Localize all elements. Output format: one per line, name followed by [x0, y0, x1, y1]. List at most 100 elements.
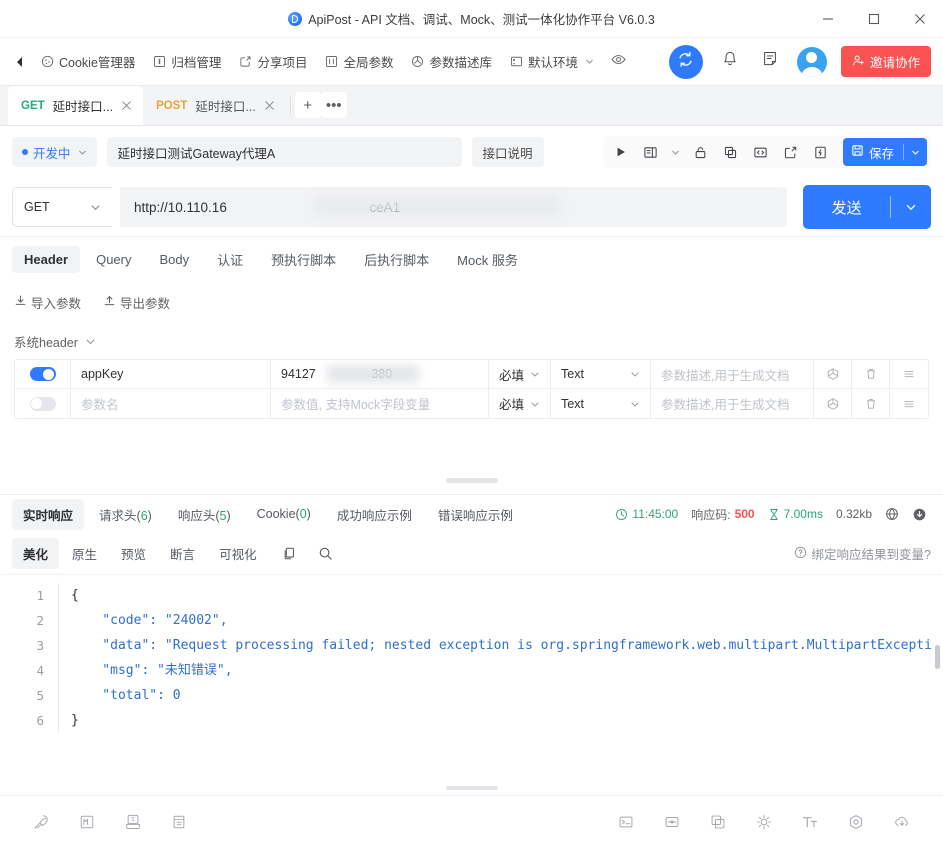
param-name-input[interactable]: 参数名: [71, 389, 271, 418]
request-name-input[interactable]: 延时接口测试Gateway代理A: [106, 137, 462, 167]
req-tab-auth[interactable]: 认证: [205, 244, 255, 275]
toolbar-item-param-library[interactable]: 参数描述库: [402, 47, 501, 76]
globe-icon[interactable]: [885, 507, 899, 521]
system-header-toggle[interactable]: 系统header: [0, 323, 943, 359]
export-params-button[interactable]: 导出参数: [103, 293, 170, 312]
toolbar-item-share-project[interactable]: 分享项目: [230, 47, 316, 76]
row-enable-toggle[interactable]: [15, 389, 71, 418]
row-enable-toggle[interactable]: [15, 360, 71, 388]
save-dropdown-button[interactable]: [904, 138, 927, 166]
target-icon[interactable]: [649, 807, 695, 837]
console-icon[interactable]: [603, 807, 649, 837]
resp-tab-cookie[interactable]: Cookie(0): [246, 501, 322, 527]
url-input[interactable]: http://10.110.16 ceA1: [120, 187, 787, 227]
view-tab-raw[interactable]: 原生: [61, 538, 108, 569]
inbox-icon[interactable]: [110, 807, 156, 837]
tab-more-button[interactable]: •••: [320, 92, 347, 118]
param-value-input[interactable]: 94127 380: [271, 360, 489, 388]
toolbar-item-cookie-manager[interactable]: Cookie管理器: [32, 47, 144, 76]
notifications-button[interactable]: [717, 49, 743, 75]
invite-collaborate-button[interactable]: 邀请协作: [840, 46, 931, 77]
resp-tab-realtime[interactable]: 实时响应: [12, 498, 85, 530]
req-tab-pre-script[interactable]: 预执行脚本: [259, 244, 348, 275]
req-tab-header[interactable]: Header: [12, 245, 81, 273]
back-button[interactable]: [8, 48, 32, 76]
notes-button[interactable]: [757, 49, 783, 75]
panel-icon[interactable]: [156, 807, 202, 837]
sync-button[interactable]: [668, 44, 703, 79]
resp-tab-success-example[interactable]: 成功响应示例: [326, 499, 423, 530]
close-button[interactable]: [897, 0, 943, 38]
minimize-button[interactable]: [805, 0, 851, 38]
line-number: 5: [36, 687, 44, 703]
param-drag-handle-icon[interactable]: [890, 389, 928, 418]
interface-description-button[interactable]: 接口说明: [471, 137, 544, 167]
download-icon[interactable]: [912, 507, 927, 522]
param-desc-input[interactable]: 参数描述,用于生成文档: [651, 389, 814, 418]
code-button[interactable]: [747, 138, 775, 166]
resp-tab-request-headers[interactable]: 请求头(6): [88, 499, 163, 530]
view-tab-preview[interactable]: 预览: [110, 538, 157, 569]
copy-button[interactable]: [717, 138, 745, 166]
param-type-select[interactable]: Text: [551, 360, 651, 388]
view-tab-pretty[interactable]: 美化: [12, 538, 60, 569]
code-vertical-scrollbar[interactable]: [935, 644, 940, 669]
param-desc-input[interactable]: 参数描述,用于生成文档: [651, 360, 814, 388]
lightning-button[interactable]: [807, 138, 835, 166]
user-avatar[interactable]: [796, 46, 827, 77]
tab-post-request[interactable]: POST 延时接口...: [143, 86, 286, 125]
panel-splitter[interactable]: [0, 468, 943, 494]
doc-button[interactable]: [637, 138, 665, 166]
req-tab-mock-service[interactable]: Mock 服务: [445, 244, 530, 275]
font-size-icon[interactable]: [787, 807, 833, 837]
brightness-icon[interactable]: [741, 807, 787, 837]
param-type-select[interactable]: Text: [551, 389, 651, 418]
toolbar-item-environment[interactable]: 默认环境: [501, 47, 603, 76]
param-delete-icon[interactable]: [852, 360, 890, 388]
param-drag-handle-icon[interactable]: [890, 360, 928, 388]
copy-response-icon[interactable]: [276, 541, 304, 567]
preview-eye-button[interactable]: [603, 47, 634, 77]
save-button[interactable]: 保存: [842, 138, 927, 166]
tab-close-icon[interactable]: [264, 100, 275, 111]
response-code-viewer[interactable]: 1 2 3 4 5 6 { "code": "24002", "data": "…: [0, 573, 943, 782]
unlock-button[interactable]: [687, 138, 715, 166]
resp-tab-response-headers[interactable]: 响应头(5): [167, 499, 242, 530]
export-button[interactable]: [777, 138, 805, 166]
tab-close-icon[interactable]: [121, 100, 132, 111]
param-library-icon[interactable]: [814, 360, 852, 388]
req-tab-post-script[interactable]: 后执行脚本: [352, 244, 441, 275]
req-tab-query[interactable]: Query: [84, 246, 143, 273]
layers-icon[interactable]: [695, 807, 741, 837]
run-button[interactable]: [607, 138, 635, 166]
maximize-button[interactable]: [851, 0, 897, 38]
import-params-button[interactable]: 导入参数: [14, 293, 81, 312]
http-method-select[interactable]: GET: [12, 187, 112, 227]
rocket-icon[interactable]: [18, 807, 64, 837]
param-name-input[interactable]: appKey: [71, 360, 271, 388]
request-status-dropdown[interactable]: 开发中: [12, 137, 97, 167]
new-tab-button[interactable]: +: [294, 92, 321, 118]
bottom-splitter[interactable]: [0, 781, 943, 795]
markdown-icon[interactable]: [64, 807, 110, 837]
view-tab-visualize[interactable]: 可视化: [208, 538, 268, 569]
view-tab-assert[interactable]: 断言: [159, 538, 206, 569]
send-button[interactable]: 发送: [803, 185, 931, 229]
send-dropdown-button[interactable]: [891, 185, 931, 229]
param-delete-icon[interactable]: [852, 389, 890, 418]
toolbar-item-archive[interactable]: 归档管理: [144, 47, 230, 76]
toolbar-item-global-params[interactable]: 全局参数: [316, 47, 402, 76]
save-main-area[interactable]: 保存: [843, 138, 903, 166]
bind-response-variable-link[interactable]: 绑定响应结果到变量?: [794, 544, 931, 563]
param-value-input[interactable]: 参数值, 支持Mock字段变量: [271, 389, 489, 418]
tab-get-request[interactable]: GET 延时接口...: [8, 86, 144, 125]
param-library-icon[interactable]: [814, 389, 852, 418]
param-required-select[interactable]: 必填: [489, 389, 551, 418]
settings-icon[interactable]: [833, 807, 879, 837]
search-response-icon[interactable]: [312, 541, 340, 567]
cloud-download-icon[interactable]: [879, 807, 925, 837]
param-required-select[interactable]: 必填: [489, 360, 551, 388]
req-tab-body[interactable]: Body: [147, 246, 201, 273]
resp-tab-error-example[interactable]: 错误响应示例: [427, 499, 524, 530]
doc-dropdown-button[interactable]: [667, 138, 685, 166]
